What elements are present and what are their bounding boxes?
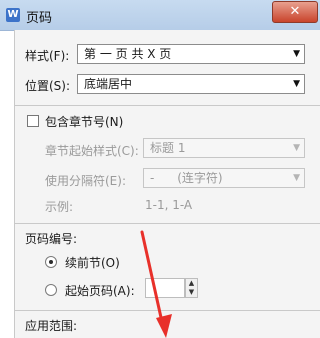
- page-number-dialog: W 页码 ✕ 样式(F): 第 一 页 共 X 页 ▼ 位置(S): 底端居中 …: [0, 0, 320, 338]
- annotation-arrow-icon: [140, 230, 172, 338]
